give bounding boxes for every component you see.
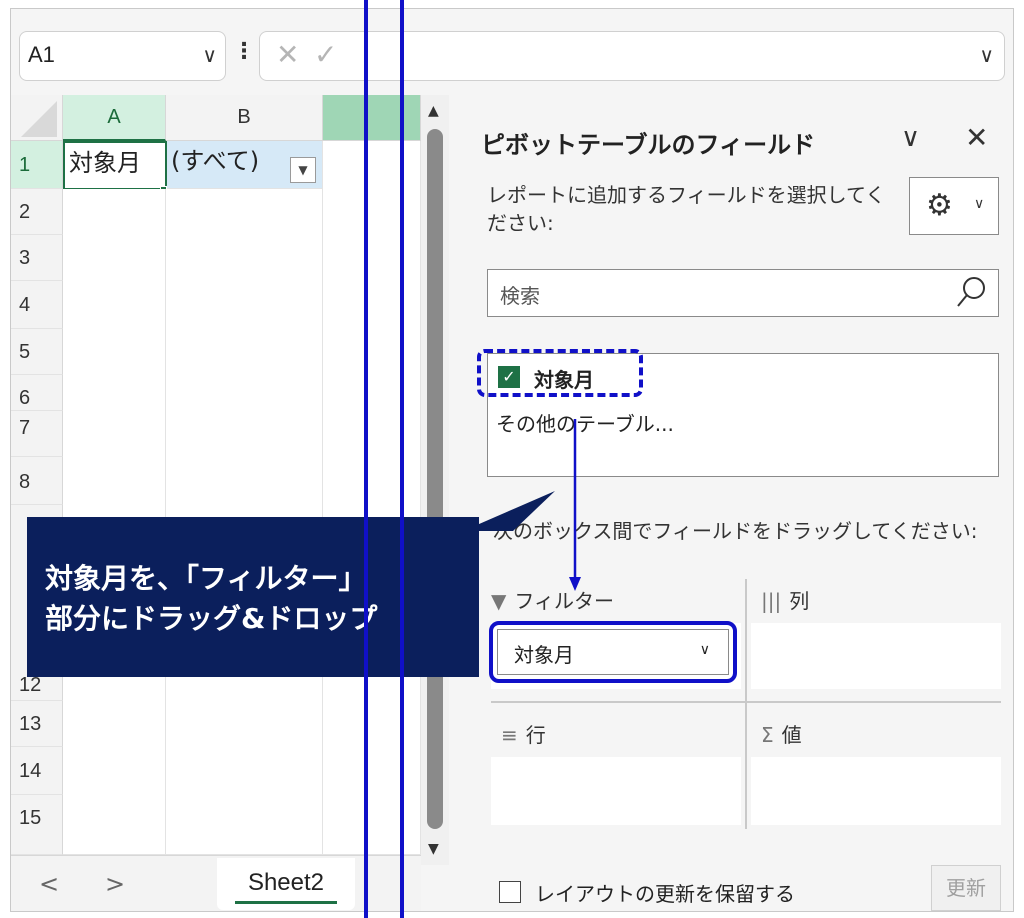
select-all-corner[interactable] <box>11 95 63 141</box>
select-all-triangle <box>21 101 57 137</box>
pane-title: ピボットテーブルのフィールド <box>481 131 816 159</box>
rows-area-label: ≡ 行 <box>501 719 546 748</box>
column-header-b[interactable]: B <box>166 95 323 141</box>
column-c-cells[interactable] <box>323 141 421 855</box>
search-placeholder: 検索 <box>500 284 540 308</box>
area-divider <box>745 579 747 829</box>
row-header[interactable]: 5 <box>11 329 63 375</box>
chevron-down-icon[interactable]: ∨ <box>901 123 920 153</box>
rows-area-dropzone[interactable] <box>491 757 741 825</box>
drag-instruction: 次のボックス間でフィールドをドラッグしてください: <box>493 519 978 543</box>
column-header-a[interactable]: A <box>63 95 166 141</box>
row-header[interactable]: 4 <box>11 281 63 329</box>
chevron-down-icon[interactable]: ∨ <box>202 43 217 67</box>
drag-arrow-annotation <box>569 419 581 591</box>
field-settings-button[interactable]: ⚙ ∨ <box>909 177 999 235</box>
row-header[interactable]: 14 <box>11 747 63 795</box>
sheet-tab-sheet2[interactable]: Sheet2 <box>217 858 355 910</box>
formula-input[interactable]: ✕ ✓ ∨ <box>259 31 1005 81</box>
columns-area-label: ||| 列 <box>761 585 809 614</box>
rows-area-text: 行 <box>525 723 546 747</box>
area-divider <box>491 701 1001 703</box>
columns-icon: ||| <box>761 589 782 613</box>
sheet-tab-label: Sheet2 <box>247 869 325 896</box>
scroll-down-icon[interactable]: ▼ <box>428 841 439 857</box>
values-area-dropzone[interactable] <box>751 757 1001 825</box>
columns-area-text: 列 <box>789 589 810 613</box>
excel-window: A1 ∨ ⋮ ✕ ✓ ∨ A B 1 2 3 4 5 6 7 8 12 13 1… <box>10 8 1014 912</box>
values-area-text: 値 <box>781 723 802 747</box>
enter-icon[interactable]: ✓ <box>314 38 337 71</box>
more-options-icon[interactable]: ⋮ <box>233 39 255 64</box>
spreadsheet-grid: A B 1 2 3 4 5 6 7 8 12 13 14 15 対象月 (すべて… <box>11 95 431 855</box>
name-box[interactable]: A1 ∨ <box>19 31 226 81</box>
defer-update-label: レイアウトの更新を保留する <box>535 882 795 906</box>
cell-a1[interactable]: 対象月 <box>63 141 167 190</box>
pivot-filter-dropdown-button[interactable]: ▼ <box>290 157 316 183</box>
row-header[interactable]: 13 <box>11 701 63 747</box>
gear-icon: ⚙ <box>926 188 953 223</box>
expand-formula-icon[interactable]: ∨ <box>979 43 994 67</box>
separator-line <box>364 0 368 918</box>
filter-area-text: フィルター <box>514 589 614 613</box>
update-button[interactable]: 更新 <box>931 865 1001 911</box>
rows-icon: ≡ <box>501 723 518 747</box>
callout-line-2: 部分にドラッグ&ドロップ <box>45 602 378 635</box>
row-header[interactable]: 6 <box>11 375 63 411</box>
sigma-icon: Σ <box>761 723 774 747</box>
scroll-thumb[interactable] <box>427 129 443 829</box>
row-header[interactable]: 7 <box>11 411 63 457</box>
field-highlight-annotation <box>477 349 643 397</box>
instruction-callout: 対象月を、「フィルター」 部分にドラッグ&ドロップ <box>27 517 479 677</box>
pane-description: レポートに追加するフィールドを選択してください: <box>487 183 886 235</box>
callout-line-1: 対象月を、「フィルター」 <box>45 562 367 595</box>
row-header[interactable]: 3 <box>11 235 63 281</box>
row-header[interactable]: 15 <box>11 795 63 855</box>
vertical-scrollbar[interactable]: ▲ ▼ <box>421 95 449 865</box>
values-area-label: Σ値 <box>761 719 802 748</box>
filter-area-label: ▼ フィルター <box>491 585 614 614</box>
next-sheet-icon[interactable]: > <box>105 870 125 898</box>
callout-text: 対象月を、「フィルター」 部分にドラッグ&ドロップ <box>45 559 377 639</box>
row-header[interactable]: 1 <box>11 141 63 189</box>
formula-bar: A1 ∨ ⋮ ✕ ✓ ∨ <box>11 9 1013 95</box>
scroll-up-icon[interactable]: ▲ <box>428 103 439 119</box>
column-header-c[interactable] <box>323 95 421 141</box>
filter-item-highlight-annotation <box>489 621 737 683</box>
name-box-value: A1 <box>28 42 55 67</box>
sheet-tabs-bar: < > Sheet2 <box>11 855 421 911</box>
cancel-icon[interactable]: ✕ <box>276 38 299 71</box>
search-icon[interactable] <box>954 274 990 310</box>
row-header[interactable]: 2 <box>11 189 63 235</box>
defer-update-checkbox[interactable] <box>499 881 521 903</box>
prev-sheet-icon[interactable]: < <box>39 870 59 898</box>
row-header[interactable]: 8 <box>11 457 63 505</box>
close-icon[interactable]: ✕ <box>965 121 988 154</box>
more-tables-link[interactable]: その他のテーブル... <box>496 408 674 437</box>
active-tab-indicator <box>235 901 337 904</box>
columns-area-dropzone[interactable] <box>751 623 1001 689</box>
filter-icon: ▼ <box>491 589 507 613</box>
field-search-input[interactable]: 検索 <box>487 269 999 317</box>
separator-line <box>400 0 404 918</box>
chevron-down-icon: ∨ <box>974 196 985 212</box>
